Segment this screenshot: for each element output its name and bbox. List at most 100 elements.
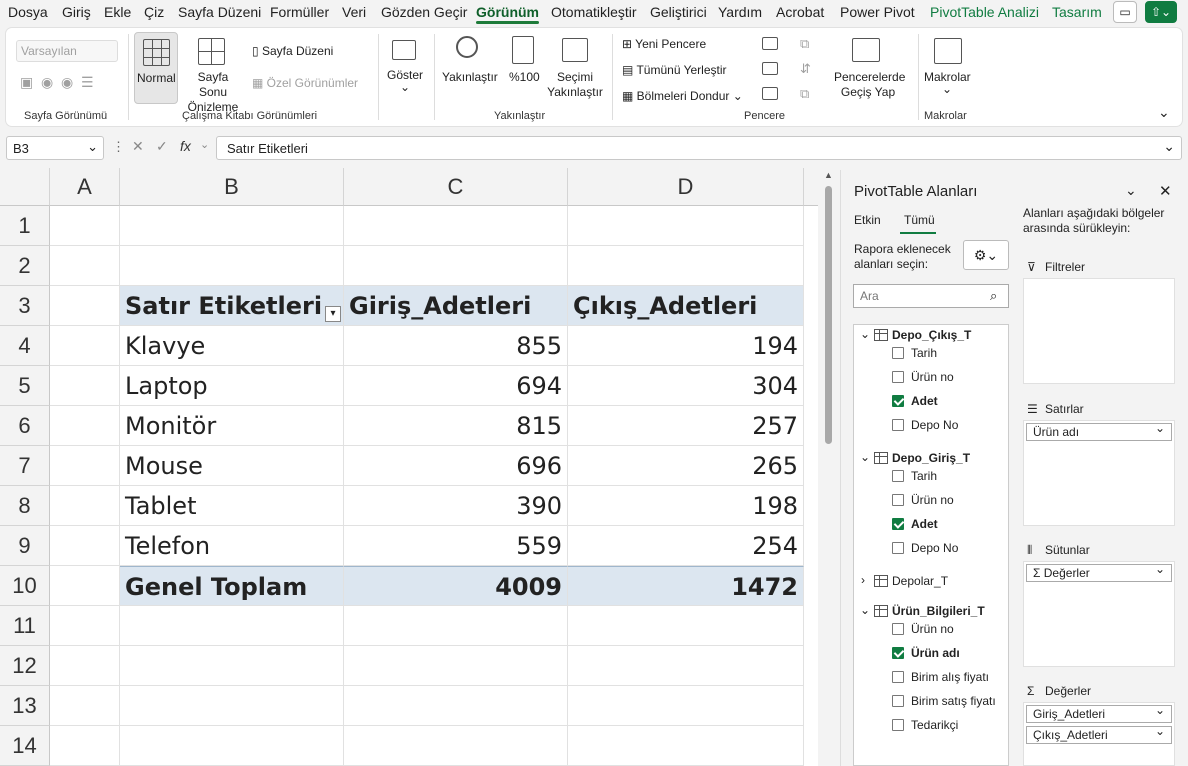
field-name[interactable]: Ürün adı xyxy=(911,646,960,660)
gear-icon[interactable]: ⚙⌄ xyxy=(963,240,1009,270)
sheet-view-dropdown[interactable]: Varsayılan xyxy=(16,40,118,62)
field-checkbox[interactable] xyxy=(892,695,904,707)
view-side-by-side-icon[interactable]: ⧉ xyxy=(800,36,809,52)
pivot-row-label[interactable]: Klavye xyxy=(120,326,344,366)
empty-cell[interactable] xyxy=(344,646,568,686)
row-header[interactable]: 5 xyxy=(0,366,50,406)
row-header[interactable]: 6 xyxy=(0,406,50,446)
empty-cell[interactable] xyxy=(568,206,804,246)
tab-yardim[interactable]: Yardım xyxy=(718,4,762,20)
empty-cell[interactable] xyxy=(568,646,804,686)
zoom-selection-icon[interactable] xyxy=(562,38,588,62)
table-name[interactable]: Depo_Çıkış_T xyxy=(892,328,971,342)
pivot-header-out[interactable]: Çıkış_Adetleri xyxy=(568,286,804,326)
tab-gozden-gecir[interactable]: Gözden Geçir xyxy=(381,4,467,20)
pivot-grand-total-out[interactable]: 1472 xyxy=(568,566,804,606)
table-name[interactable]: Depo_Giriş_T xyxy=(892,451,970,465)
field-checkbox-checked[interactable] xyxy=(892,518,904,530)
field-checkbox[interactable] xyxy=(892,470,904,482)
tab-tasarim[interactable]: Tasarım xyxy=(1052,4,1102,20)
field-name[interactable]: Adet xyxy=(911,517,938,531)
empty-cell[interactable] xyxy=(50,206,120,246)
tab-sayfa-duzeni[interactable]: Sayfa Düzeni xyxy=(178,4,261,20)
empty-cell[interactable] xyxy=(344,606,568,646)
comment-icon[interactable]: ▭ xyxy=(1113,1,1137,23)
cancel-icon[interactable]: ✕ xyxy=(132,138,144,155)
field-checkbox[interactable] xyxy=(892,347,904,359)
field-name[interactable]: Adet xyxy=(911,394,938,408)
pivot-row-label[interactable]: Laptop xyxy=(120,366,344,406)
row-header[interactable]: 9 xyxy=(0,526,50,566)
row-header[interactable]: 2 xyxy=(0,246,50,286)
custom-views-button[interactable]: ▦ Özel Görünümler xyxy=(252,76,358,90)
tab-ekle[interactable]: Ekle xyxy=(104,4,131,20)
field-checkbox[interactable] xyxy=(892,542,904,554)
pivot-row-label[interactable]: Tablet xyxy=(120,486,344,526)
tab-veri[interactable]: Veri xyxy=(342,4,366,20)
empty-cell[interactable] xyxy=(344,726,568,766)
pivot-value-in[interactable]: 696 xyxy=(344,446,568,486)
field-name[interactable]: Tarih xyxy=(911,346,937,360)
zoom-icon[interactable] xyxy=(456,36,478,58)
rows-drop-zone[interactable]: Ürün adı xyxy=(1023,420,1175,526)
freeze-panes-button[interactable]: ▦ Bölmeleri Dondur ⌄ xyxy=(622,89,743,103)
row-header[interactable]: 12 xyxy=(0,646,50,686)
empty-cell[interactable] xyxy=(50,446,120,486)
field-name[interactable]: Birim satış fiyatı xyxy=(911,694,996,708)
pivot-value-in[interactable]: 815 xyxy=(344,406,568,446)
empty-cell[interactable] xyxy=(50,486,120,526)
tab-acrobat[interactable]: Acrobat xyxy=(776,4,824,20)
pivot-grand-total-in[interactable]: 4009 xyxy=(344,566,568,606)
scrollbar-thumb[interactable] xyxy=(825,186,832,444)
page-break-icon[interactable] xyxy=(198,38,225,65)
empty-cell[interactable] xyxy=(344,246,568,286)
search-input[interactable]: Ara ⌕ xyxy=(853,284,1009,308)
enter-icon[interactable]: ✓ xyxy=(156,138,168,155)
empty-cell[interactable] xyxy=(50,646,120,686)
reset-position-icon[interactable]: ⧉ xyxy=(800,86,809,102)
tab-tumu[interactable]: Tümü xyxy=(904,213,935,227)
pivot-header-in[interactable]: Giriş_Adetleri xyxy=(344,286,568,326)
formula-input[interactable]: Satır Etiketleri ⌄ xyxy=(216,136,1182,160)
empty-cell[interactable] xyxy=(50,246,120,286)
empty-cell[interactable] xyxy=(344,686,568,726)
empty-cell[interactable] xyxy=(50,526,120,566)
tab-ciz[interactable]: Çiz xyxy=(144,4,164,20)
field-name[interactable]: Depo No xyxy=(911,541,958,555)
tab-dosya[interactable]: Dosya xyxy=(8,4,48,20)
new-window-button[interactable]: ⊞ Yeni Pencere xyxy=(622,37,706,51)
field-name[interactable]: Tedarikçi xyxy=(911,718,958,732)
columns-field-dropdown[interactable]: Σ Değerler xyxy=(1026,562,1172,582)
row-header[interactable]: 8 xyxy=(0,486,50,526)
show-icon[interactable] xyxy=(392,40,416,60)
field-name[interactable]: Ürün no xyxy=(911,622,954,636)
empty-cell[interactable] xyxy=(50,686,120,726)
collapse-icon[interactable]: ⌄ xyxy=(860,450,870,464)
field-checkbox-checked[interactable] xyxy=(892,647,904,659)
field-name[interactable]: Tarih xyxy=(911,469,937,483)
pivot-header-row-labels[interactable]: Satır Etiketleri ▾ xyxy=(120,286,344,326)
pivot-value-in[interactable]: 559 xyxy=(344,526,568,566)
chevron-down-icon[interactable]: ⌄ xyxy=(1125,182,1137,199)
field-name[interactable]: Depo No xyxy=(911,418,958,432)
empty-cell[interactable] xyxy=(120,646,344,686)
expand-icon[interactable]: › xyxy=(861,573,865,587)
hide-icon[interactable] xyxy=(762,62,778,75)
column-header[interactable]: C xyxy=(344,168,568,206)
tab-etkin[interactable]: Etkin xyxy=(854,213,881,227)
values-drop-zone[interactable]: Giriş_Adetleri Çıkış_Adetleri xyxy=(1023,702,1175,766)
tab-gelistirici[interactable]: Geliştirici xyxy=(650,4,707,20)
rows-field-dropdown[interactable]: Ürün adı xyxy=(1026,421,1172,441)
empty-cell[interactable] xyxy=(50,366,120,406)
empty-cell[interactable] xyxy=(50,566,120,606)
page-layout-button[interactable]: ▯ Sayfa Düzeni xyxy=(252,44,333,58)
share-icon[interactable]: ⇧⌄ xyxy=(1145,1,1177,23)
ribbon-collapse-icon[interactable]: ⌄ xyxy=(1158,104,1170,121)
pivot-row-label[interactable]: Telefon xyxy=(120,526,344,566)
filter-dropdown-icon[interactable]: ▾ xyxy=(325,306,341,322)
field-checkbox[interactable] xyxy=(892,419,904,431)
row-header[interactable]: 7 xyxy=(0,446,50,486)
zoom-100-button[interactable]: %100 xyxy=(509,70,540,84)
field-name[interactable]: Birim alış fiyatı xyxy=(911,670,989,684)
scroll-up-icon[interactable]: ▲ xyxy=(824,170,833,180)
